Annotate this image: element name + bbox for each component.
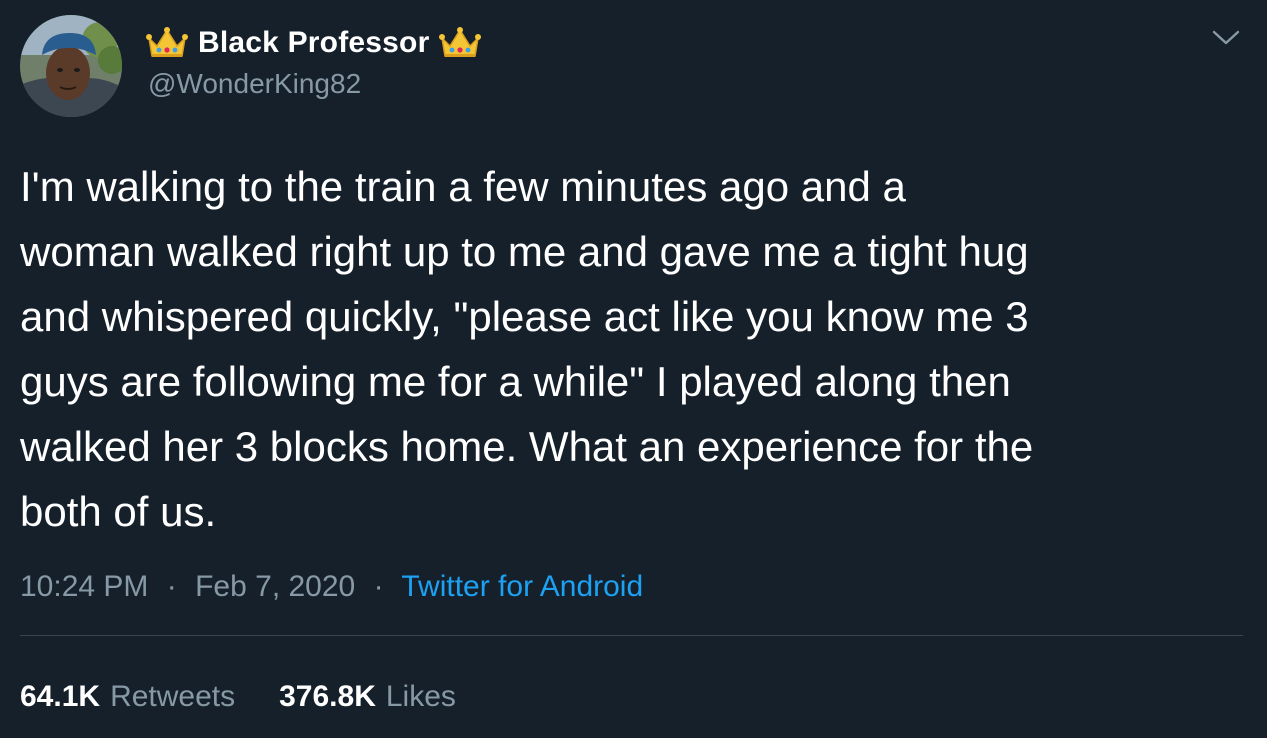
tweet-date[interactable]: Feb 7, 2020	[195, 570, 355, 603]
crown-icon	[146, 27, 188, 57]
divider	[20, 635, 1243, 636]
tweet-text: I'm walking to the train a few minutes a…	[20, 163, 1034, 535]
chevron-down-icon[interactable]	[1208, 26, 1244, 50]
likes-stat[interactable]: 376.8K Likes	[279, 680, 456, 714]
name-row[interactable]: Black Professor	[146, 24, 482, 62]
likes-count: 376.8K	[279, 680, 376, 713]
meta-separator: ·	[373, 570, 384, 603]
user-handle[interactable]: @WonderKing82	[148, 68, 361, 100]
retweets-stat[interactable]: 64.1K Retweets	[20, 680, 235, 714]
display-name[interactable]: Black Professor	[198, 26, 429, 60]
retweets-label: Retweets	[110, 680, 236, 713]
avatar[interactable]	[20, 15, 122, 117]
tweet-card: Black Professor @WonderKing82 I'm walkin…	[0, 0, 1267, 738]
tweet-meta: 10:24 PM · Feb 7, 2020 · Twitter for And…	[20, 570, 643, 604]
crown-icon	[439, 27, 482, 57]
tweet-source-link[interactable]: Twitter for Android	[401, 570, 643, 603]
likes-label: Likes	[385, 680, 456, 713]
retweets-count: 64.1K	[20, 680, 101, 713]
meta-separator: ·	[166, 570, 177, 603]
profile-photo-icon	[20, 15, 122, 117]
tweet-time[interactable]: 10:24 PM	[20, 570, 148, 603]
tweet-stats: 64.1K Retweets 376.8K Likes	[20, 680, 500, 714]
